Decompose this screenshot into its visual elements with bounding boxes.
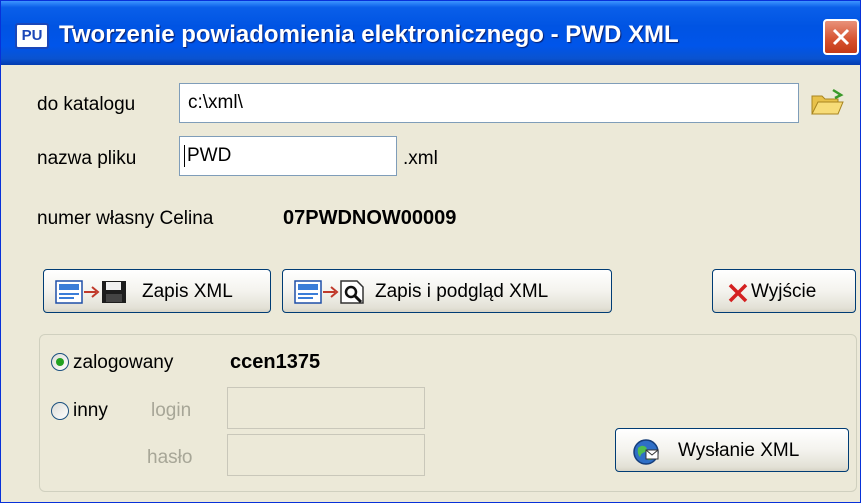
xml-document-icon [294,280,322,304]
app-icon: PU [15,23,49,49]
xml-document-icon [55,280,83,304]
password-input[interactable] [227,434,425,476]
logged-in-label: zalogowany [73,352,174,373]
filename-label: nazwa pliku [37,148,137,169]
save-preview-xml-button[interactable]: Zapis i podgląd XML [282,269,612,313]
login-input[interactable] [227,387,425,429]
save-xml-button[interactable]: Zapis XML [43,269,271,313]
globe-send-icon [633,439,659,465]
save-preview-xml-label: Zapis i podgląd XML [375,281,549,302]
other-label: inny [73,400,108,421]
radio-selected-dot [56,358,64,366]
arrow-icon [84,286,100,298]
title-bar[interactable]: PU Tworzenie powiadomienia elektroniczne… [1,1,860,65]
save-xml-label: Zapis XML [142,281,233,302]
own-number-label: numer własny Celina [37,208,214,229]
window-title: Tworzenie powiadomienia elektronicznego … [59,21,679,48]
xml-to-preview-icon [294,280,364,304]
directory-input[interactable]: c:\xml\ [179,83,799,123]
own-number-value: 07PWDNOW00009 [283,207,457,229]
browse-folder-button[interactable] [809,87,845,119]
dialog-window: PU Tworzenie powiadomienia elektroniczne… [0,0,861,503]
directory-label: do katalogu [37,94,136,115]
logged-in-user: ccen1375 [230,351,321,373]
send-xml-label: Wysłanie XML [678,440,800,461]
radio-logged-in[interactable] [51,353,69,371]
close-icon [832,28,850,46]
password-label: hasło [147,447,193,468]
arrow-icon [323,286,339,298]
folder-open-icon [811,88,844,115]
xml-to-floppy-icon [55,280,126,304]
exit-label: Wyjście [751,281,817,302]
floppy-disk-icon [102,281,126,303]
magnifier-document-icon [340,280,364,304]
text-cursor [184,144,185,167]
filename-input[interactable]: PWD [179,136,397,176]
filename-value: PWD [187,145,232,166]
exit-button[interactable]: Wyjście [712,269,856,313]
send-xml-button[interactable]: Wysłanie XML [615,428,849,472]
close-button[interactable] [823,19,859,55]
login-label: login [151,400,192,421]
red-x-icon [728,283,748,303]
radio-other[interactable] [51,402,69,420]
file-extension: .xml [403,148,438,169]
